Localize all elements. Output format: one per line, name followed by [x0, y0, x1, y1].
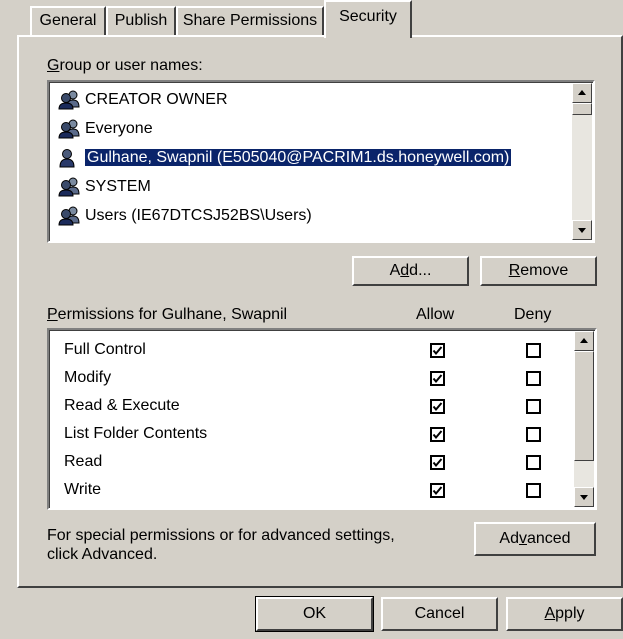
- permission-name: Read: [64, 453, 103, 470]
- permissions-scrollbar[interactable]: [574, 331, 594, 507]
- users-listbox[interactable]: CREATOR OWNER Everyone Gulhane, Swapnil (E…: [47, 80, 595, 243]
- arrow-up-icon: [580, 338, 588, 343]
- tab-label: Security: [339, 8, 397, 25]
- arrow-down-icon: [580, 495, 588, 500]
- tab-security[interactable]: Security: [324, 0, 412, 38]
- permission-name: List Folder Contents: [64, 425, 208, 442]
- permission-name: Full Control: [64, 341, 146, 358]
- users-group-icon: [57, 90, 83, 110]
- deny-checkbox[interactable]: [526, 399, 541, 414]
- allow-checkbox[interactable]: [430, 427, 445, 442]
- users-group-icon: [57, 177, 83, 197]
- allow-checkbox[interactable]: [430, 455, 445, 470]
- deny-checkbox[interactable]: [526, 371, 541, 386]
- special-permissions-text: For special permissions or for advanced …: [47, 526, 395, 564]
- tab-share-permissions[interactable]: Share Permissions: [176, 6, 324, 36]
- add-button[interactable]: Add...: [352, 256, 469, 286]
- tab-label: Share Permissions: [182, 12, 318, 29]
- permissions-listbox[interactable]: Full Control Modify Read & Execute List Fol…: [47, 328, 597, 510]
- scroll-down-button[interactable]: [572, 220, 592, 240]
- advanced-button[interactable]: Advanced: [474, 522, 596, 556]
- special-permissions-line1: For special permissions or for advanced …: [47, 527, 395, 544]
- special-permissions-line2: click Advanced.: [47, 546, 158, 563]
- tab-label: General: [39, 12, 97, 29]
- tab-general[interactable]: General: [30, 6, 106, 36]
- allow-header: Allow: [416, 306, 455, 323]
- scroll-thumb[interactable]: [572, 103, 592, 115]
- remove-button[interactable]: Remove: [480, 256, 597, 286]
- user-icon: [57, 148, 83, 168]
- user-list-item[interactable]: Everyone: [57, 116, 153, 142]
- deny-checkbox[interactable]: [526, 455, 541, 470]
- deny-checkbox[interactable]: [526, 483, 541, 498]
- user-list-item[interactable]: Users (IE67DTCSJ52BS\Users): [57, 203, 312, 229]
- allow-checkbox[interactable]: [430, 343, 445, 358]
- users-group-icon: [57, 119, 83, 139]
- permission-name: Modify: [64, 369, 112, 386]
- deny-checkbox[interactable]: [526, 427, 541, 442]
- permission-name: Write: [64, 481, 102, 498]
- user-name-label: Gulhane, Swapnil (E505040@PACRIM1.ds.hon…: [85, 149, 512, 166]
- user-list-item[interactable]: Gulhane, Swapnil (E505040@PACRIM1.ds.hon…: [57, 145, 512, 171]
- deny-header: Deny: [514, 306, 552, 323]
- user-name-label: SYSTEM: [85, 178, 151, 195]
- scroll-up-button[interactable]: [574, 331, 594, 351]
- cancel-button[interactable]: Cancel: [381, 597, 498, 631]
- user-name-label: CREATOR OWNER: [85, 91, 228, 108]
- user-list-item[interactable]: CREATOR OWNER: [57, 87, 228, 113]
- user-name-label: Everyone: [85, 120, 153, 137]
- users-scrollbar[interactable]: [572, 83, 592, 240]
- scroll-up-button[interactable]: [572, 83, 592, 103]
- permission-name: Read & Execute: [64, 397, 180, 414]
- tab-publish[interactable]: Publish: [106, 6, 176, 36]
- scroll-down-button[interactable]: [574, 487, 594, 507]
- user-list-item[interactable]: SYSTEM: [57, 174, 151, 200]
- users-group-icon: [57, 206, 83, 226]
- deny-checkbox[interactable]: [526, 343, 541, 358]
- user-name-label: Users (IE67DTCSJ52BS\Users): [85, 207, 312, 224]
- tab-label: Publish: [114, 12, 168, 29]
- group-or-user-names-label: Group or user names:: [47, 57, 203, 74]
- arrow-up-icon: [578, 90, 586, 95]
- ok-button[interactable]: OK: [255, 596, 374, 632]
- apply-button[interactable]: Apply: [506, 597, 623, 631]
- allow-checkbox[interactable]: [430, 399, 445, 414]
- allow-checkbox[interactable]: [430, 371, 445, 386]
- scroll-thumb[interactable]: [574, 351, 594, 461]
- arrow-down-icon: [578, 228, 586, 233]
- allow-checkbox[interactable]: [430, 483, 445, 498]
- permissions-for-label: Permissions for Gulhane, Swapnil: [47, 306, 288, 323]
